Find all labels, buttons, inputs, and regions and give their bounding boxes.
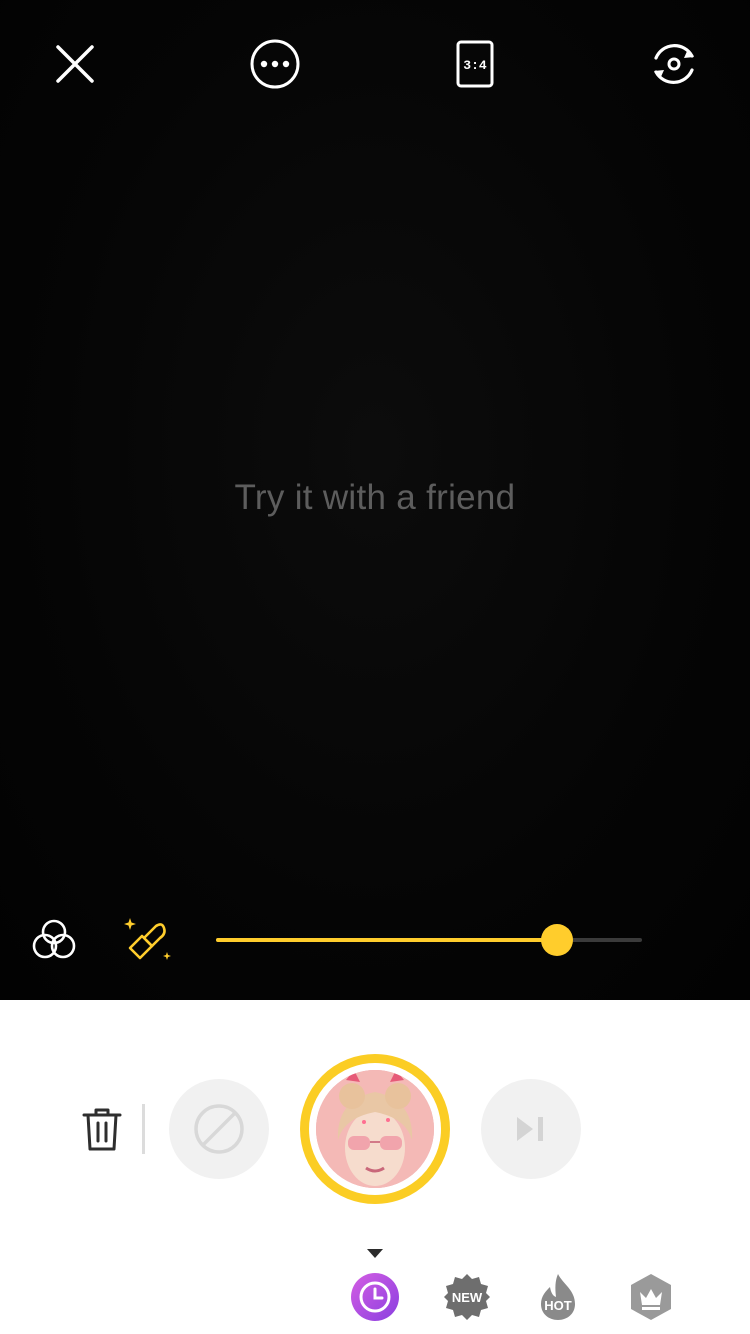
- flip-camera-button[interactable]: [646, 36, 702, 92]
- beauty-intensity-slider[interactable]: [216, 924, 642, 956]
- flame-icon: HOT: [541, 1274, 575, 1320]
- beauty-wand-icon: [124, 918, 171, 960]
- aspect-ratio-icon: 3:4: [456, 40, 494, 88]
- aspect-ratio-label: 3:4: [463, 58, 487, 73]
- category-recent[interactable]: [350, 1272, 400, 1322]
- delete-button[interactable]: [78, 1104, 126, 1154]
- selected-category-indicator: [367, 1249, 383, 1258]
- trash-icon: [82, 1108, 122, 1151]
- category-new[interactable]: NEW: [442, 1272, 492, 1322]
- new-badge-label: NEW: [452, 1290, 483, 1305]
- crown-icon: [631, 1274, 671, 1320]
- skip-button[interactable]: [481, 1079, 581, 1179]
- beauty-button[interactable]: [120, 912, 176, 968]
- try-with-friend-hint: Try it with a friend: [234, 478, 516, 517]
- shutter-button[interactable]: [300, 1054, 450, 1204]
- aspect-ratio-button[interactable]: 3:4: [447, 36, 503, 92]
- slider-fill: [216, 938, 557, 942]
- new-badge-icon: NEW: [444, 1274, 490, 1320]
- skip-icon: [517, 1117, 543, 1141]
- effect-preview-thumbnail: [316, 1070, 434, 1188]
- close-button[interactable]: [47, 36, 103, 92]
- filter-button[interactable]: [26, 912, 82, 968]
- more-options-button[interactable]: [247, 36, 303, 92]
- category-hot[interactable]: HOT: [533, 1272, 583, 1322]
- more-icon: [250, 39, 300, 89]
- close-icon: [56, 45, 94, 83]
- slider-thumb[interactable]: [540, 924, 573, 956]
- clock-icon: [351, 1273, 399, 1321]
- no-effect-icon: [194, 1104, 244, 1154]
- camera-viewfinder: 3:4 Try it with a friend: [0, 0, 750, 1000]
- flip-camera-icon: [654, 44, 694, 84]
- effect-preview-face: [316, 1070, 434, 1188]
- category-premium[interactable]: [626, 1272, 676, 1322]
- tray-divider: [142, 1104, 145, 1154]
- filter-icon: [32, 919, 76, 959]
- hot-badge-label: HOT: [544, 1298, 572, 1313]
- no-effect-button[interactable]: [169, 1079, 269, 1179]
